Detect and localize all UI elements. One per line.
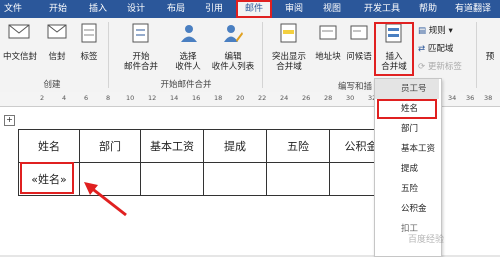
merge-field-dropdown: 员工号 姓名 部门 基本工资 提成 五险 公积金 扣工 (374, 78, 442, 257)
chinese-envelope-label: 中文信封 (2, 52, 37, 62)
tab-file[interactable]: 文件 (0, 0, 26, 18)
dropdown-item-insurance[interactable]: 五险 (375, 179, 439, 199)
greeting-line-button[interactable]: 问候语 (344, 20, 374, 76)
rules-icon: ▤ (418, 26, 427, 36)
group-separator (262, 22, 263, 88)
ruler-number: 24 (280, 94, 289, 102)
ruler-number: 8 (106, 94, 111, 102)
watermark: 百度经验 (408, 235, 445, 245)
tab-layout[interactable]: 布局 (162, 0, 190, 18)
update-labels-label: 更新标签 (427, 62, 462, 72)
address-block-button[interactable]: 地址块 (312, 20, 344, 76)
highlight-merge-fields-button[interactable]: 突出显示 合并域 (266, 20, 312, 76)
start-merge-icon (132, 23, 149, 43)
group-separator (108, 22, 109, 88)
dropdown-header: 员工号 (375, 79, 439, 99)
ruler-number: 14 (170, 94, 179, 102)
tab-help[interactable]: 帮助 (414, 0, 442, 18)
dropdown-item-housing-fund[interactable]: 公积金 (375, 199, 439, 219)
table-header-cell[interactable]: 部门 (79, 129, 141, 163)
merge-table[interactable]: 姓名 部门 基本工资 提成 五险 公积金 «姓名» (18, 129, 393, 196)
table-row: 姓名 部门 基本工资 提成 五险 公积金 (18, 129, 393, 163)
table-cell[interactable] (203, 162, 267, 196)
preview-results-label[interactable]: 预 (480, 52, 500, 62)
ruler-number: 12 (148, 94, 157, 102)
envelope-button[interactable]: 信封 (42, 20, 72, 64)
ruler-number: 2 (40, 94, 45, 102)
chevron-down-icon: ▾ (448, 26, 453, 36)
tab-mailings[interactable]: 邮件 (236, 0, 272, 18)
match-fields-label: 匹配域 (427, 44, 454, 54)
ruler-number: 22 (258, 94, 267, 102)
dropdown-item-dept[interactable]: 部门 (375, 119, 439, 139)
create-group-label: 创建 (43, 80, 61, 90)
select-recipients-button[interactable]: 选择 收件人 (170, 20, 206, 76)
highlight-merge-fields-label: 突出显示 合并域 (271, 52, 306, 72)
dropdown-item-commission[interactable]: 提成 (375, 159, 439, 179)
edit-recipient-list-button[interactable]: 编辑 收件人列表 (208, 20, 258, 76)
table-cell[interactable] (140, 162, 204, 196)
table-row: «姓名» (18, 162, 393, 196)
edit-recipient-list-label: 编辑 收件人列表 (211, 52, 255, 72)
labels-label: 标签 (80, 52, 98, 62)
select-recipients-icon (181, 25, 197, 42)
envelope-label: 信封 (48, 52, 66, 62)
greeting-line-label: 问候语 (346, 52, 372, 62)
start-mail-merge-label: 开始 邮件合并 (123, 52, 158, 72)
table-cell[interactable] (266, 162, 330, 196)
tab-developer[interactable]: 开发工具 (358, 0, 406, 18)
address-block-icon (319, 25, 337, 40)
tab-youdao[interactable]: 有道翻译 (448, 0, 498, 18)
tab-references[interactable]: 引用 (200, 0, 228, 18)
ruler-number: 36 (466, 94, 475, 102)
ruler-number: 30 (346, 94, 355, 102)
dropdown-item-highlight (377, 99, 437, 119)
table-header-cell[interactable]: 姓名 (18, 129, 80, 163)
insert-merge-field-highlight (374, 22, 414, 76)
ruler-number: 26 (302, 94, 311, 102)
tab-review[interactable]: 审阅 (280, 0, 308, 18)
tab-view[interactable]: 视图 (318, 0, 346, 18)
merge-field-highlight (20, 162, 74, 194)
highlight-fields-icon (280, 23, 297, 43)
edit-recipients-icon (224, 25, 243, 42)
address-block-label: 地址块 (315, 52, 341, 62)
table-header-cell[interactable]: 基本工资 (140, 129, 204, 163)
start-mail-merge-group-label: 开始邮件合并 (160, 80, 212, 90)
labels-icon (81, 23, 97, 43)
ruler-number: 20 (236, 94, 245, 102)
table-header-cell[interactable]: 五险 (266, 129, 330, 163)
dropdown-item-base-salary[interactable]: 基本工资 (375, 139, 439, 159)
match-fields-icon: ⇄ (418, 44, 426, 54)
table-header-cell[interactable]: 提成 (203, 129, 267, 163)
ruler-number: 4 (62, 94, 67, 102)
labels-button[interactable]: 标签 (74, 20, 104, 72)
tab-insert[interactable]: 插入 (84, 0, 112, 18)
update-labels-button[interactable]: ⟳ 更新标签 (418, 60, 462, 72)
rules-button[interactable]: ▤ 规则 ▾ (418, 24, 453, 36)
rules-label: 规则 (428, 26, 446, 36)
ruler-number: 18 (214, 94, 223, 102)
select-recipients-label: 选择 收件人 (175, 52, 201, 72)
envelopes-icon (47, 24, 67, 39)
ruler-number: 16 (192, 94, 201, 102)
ruler-number: 10 (126, 94, 135, 102)
table-move-handle-icon[interactable]: + (4, 115, 15, 126)
ruler-number: 28 (324, 94, 333, 102)
update-labels-icon: ⟳ (418, 62, 426, 72)
chinese-envelope-button[interactable]: 中文信封 (0, 20, 40, 64)
ruler-number: 6 (84, 94, 89, 102)
start-mail-merge-button[interactable]: 开始 邮件合并 (112, 20, 170, 76)
envelope-icon (8, 24, 30, 39)
ribbon-tab-bar: 文件 开始 插入 设计 布局 引用 邮件 审阅 视图 开发工具 帮助 有道翻译 (0, 0, 500, 18)
tab-design[interactable]: 设计 (122, 0, 150, 18)
red-arrow-icon (84, 182, 127, 217)
match-fields-button[interactable]: ⇄ 匹配域 (418, 42, 453, 54)
tab-home[interactable]: 开始 (44, 0, 72, 18)
group-separator (476, 22, 477, 88)
ruler-number: 34 (448, 94, 457, 102)
ruler-number: 38 (484, 94, 493, 102)
greeting-line-icon (350, 25, 368, 40)
